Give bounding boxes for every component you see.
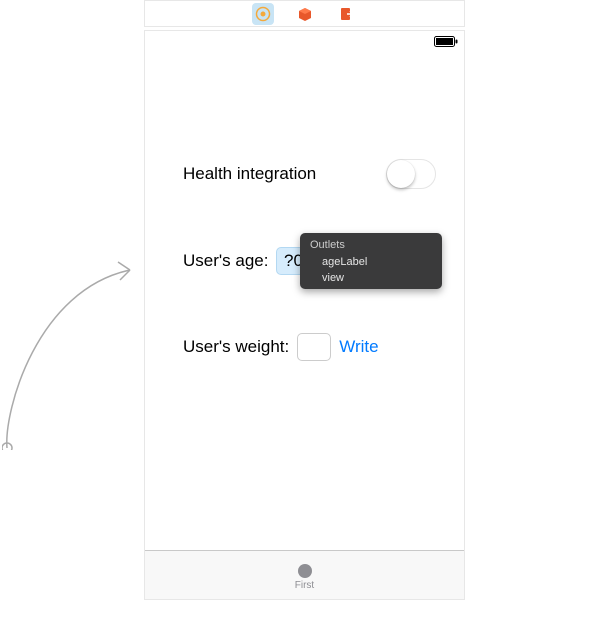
main-content: Health integration User's age: ?0 Read U… [145,51,464,550]
weight-value[interactable] [297,333,331,361]
exit-icon[interactable] [336,3,358,25]
tab-bar: First [145,550,464,599]
annotation-arrow [2,250,142,450]
tab-first-icon[interactable] [298,564,312,578]
battery-icon [434,36,458,47]
age-label: User's age: [183,251,268,271]
row-health: Health integration [183,159,444,189]
health-switch[interactable] [386,159,436,189]
status-bar [145,31,464,51]
iphone-canvas: Health integration User's age: ?0 Read U… [144,30,465,600]
outlets-popover[interactable]: Outlets ageLabel view [300,233,442,289]
weight-write-link[interactable]: Write [339,337,378,357]
health-integration-label: Health integration [183,164,316,184]
scene-toolbar [144,0,465,27]
outlet-view[interactable]: view [300,270,442,286]
outlet-agelabel[interactable]: ageLabel [300,254,442,270]
row-weight: User's weight: Write [183,333,444,361]
view-controller-icon[interactable] [252,3,274,25]
weight-label: User's weight: [183,337,289,357]
outlets-section-title: Outlets [300,236,442,254]
first-responder-icon[interactable] [294,3,316,25]
tab-first-label[interactable]: First [295,580,314,591]
